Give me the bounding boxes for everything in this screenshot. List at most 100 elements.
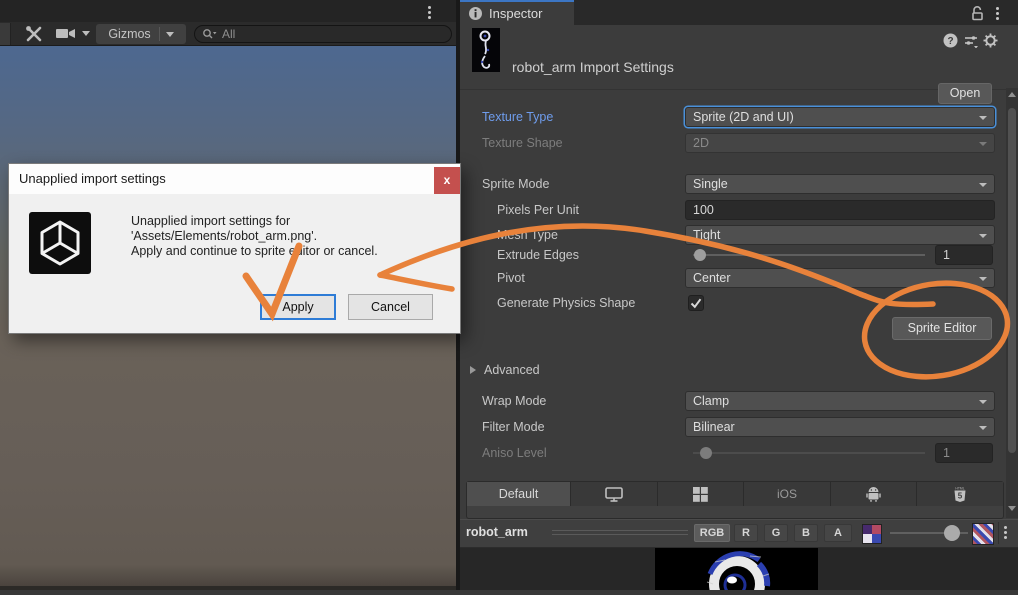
sprite-editor-button[interactable]: Sprite Editor <box>892 317 992 340</box>
toolbar-edge-button[interactable] <box>0 23 11 45</box>
scroll-down-icon[interactable] <box>1008 506 1016 511</box>
tab-ios-platform[interactable]: iOS <box>744 482 831 506</box>
tab-default-platform[interactable]: Default <box>467 482 571 506</box>
texture-type-dropdown[interactable]: Sprite (2D and UI) <box>685 107 995 127</box>
lock-icon[interactable] <box>971 5 985 26</box>
presets-icon[interactable] <box>964 34 979 53</box>
camera-view-button[interactable] <box>55 26 90 41</box>
generate-physics-shape-label: Generate Physics Shape <box>497 293 635 313</box>
close-button[interactable]: x <box>434 167 460 194</box>
tab-windows-platform[interactable] <box>658 482 745 506</box>
chevron-down-icon <box>979 426 987 430</box>
gear-icon[interactable] <box>983 33 998 53</box>
platform-settings-tabs: Default iOS <box>466 481 1004 507</box>
search-input[interactable]: All <box>194 25 452 43</box>
scene-bottom-edge <box>0 586 456 590</box>
tab-android-platform[interactable] <box>831 482 918 506</box>
dialog-message-line3: Apply and continue to sprite editor or c… <box>131 244 378 259</box>
aniso-level-value: 1 <box>935 443 993 463</box>
extrude-edges-slider-handle[interactable] <box>694 249 706 261</box>
chevron-down-icon <box>979 183 987 187</box>
unlock-glyph <box>971 5 985 21</box>
windows-icon <box>693 487 708 502</box>
wrap-mode-dropdown[interactable]: Clamp <box>685 391 995 411</box>
tab-inspector-label: Inspector <box>489 6 542 21</box>
divider <box>998 522 999 544</box>
texture-shape-value: 2D <box>693 136 709 150</box>
preview-title: robot_arm <box>466 525 528 539</box>
gear-glyph <box>983 33 998 48</box>
tab-inspector[interactable]: Inspector <box>460 0 574 25</box>
texture-shape-dropdown: 2D <box>685 133 995 153</box>
chevron-down-icon <box>979 142 987 146</box>
mip-level-slider-handle[interactable] <box>944 525 960 541</box>
scroll-up-icon[interactable] <box>1008 92 1016 97</box>
texture-preview-swatch[interactable] <box>972 523 994 545</box>
aniso-level-slider-handle <box>700 447 712 459</box>
cancel-button[interactable]: Cancel <box>348 294 433 320</box>
dialog-message-line1: Unapplied import settings for <box>131 214 378 229</box>
dialog-message-line2: 'Assets/Elements/robot_arm.png'. <box>131 229 378 244</box>
svg-text:5: 5 <box>958 491 963 500</box>
platform-settings-body <box>466 506 1004 519</box>
default-tab-label: Default <box>499 487 539 501</box>
divider <box>159 27 160 41</box>
channel-b-button[interactable]: B <box>794 524 818 542</box>
chevron-down-icon <box>166 32 174 37</box>
search-icon <box>202 28 217 40</box>
android-icon <box>866 486 881 502</box>
foldout-arrow-icon[interactable] <box>470 366 476 374</box>
import-settings-title: robot_arm Import Settings <box>512 59 674 75</box>
checkmark-icon <box>689 296 703 310</box>
unity-logo-icon <box>29 212 91 274</box>
preview-menu-kebab-icon[interactable] <box>1004 524 1007 541</box>
mip-texture-swatch[interactable] <box>862 524 882 544</box>
texture-type-value: Sprite (2D and UI) <box>693 110 794 124</box>
dialog-message: Unapplied import settings for 'Assets/El… <box>131 214 378 259</box>
scene-tab-strip <box>0 0 456 22</box>
preview-drag-handle[interactable] <box>552 530 688 535</box>
open-button[interactable]: Open <box>938 83 992 104</box>
tab-webgl-platform[interactable]: HTML 5 <box>917 482 1003 506</box>
info-icon <box>468 6 483 21</box>
pixels-per-unit-field[interactable]: 100 <box>685 200 995 220</box>
mesh-type-value: Tight <box>693 228 720 242</box>
svg-text:?: ? <box>947 36 953 47</box>
sprite-mode-label: Sprite Mode <box>482 174 549 194</box>
apply-button[interactable]: Apply <box>260 294 336 320</box>
inspector-menu-kebab-icon[interactable] <box>996 5 999 22</box>
camera-icon <box>55 26 77 41</box>
generate-physics-shape-checkbox[interactable] <box>688 295 704 311</box>
inspector-panel: Inspector robot_arm Import Settings <box>460 0 1018 590</box>
mesh-type-dropdown[interactable]: Tight <box>685 225 995 245</box>
question-glyph: ? <box>943 33 958 48</box>
gizmos-dropdown[interactable]: Gizmos <box>96 24 186 44</box>
chevron-down-icon <box>979 116 987 120</box>
filter-mode-value: Bilinear <box>693 420 735 434</box>
sprite-mode-dropdown[interactable]: Single <box>685 174 995 194</box>
help-icon[interactable]: ? <box>943 33 958 53</box>
channel-a-button[interactable]: A <box>824 524 852 542</box>
dialog-title: Unapplied import settings <box>19 171 166 186</box>
pivot-dropdown[interactable]: Center <box>685 268 995 288</box>
custom-tools-icon[interactable] <box>24 25 44 48</box>
mesh-type-label: Mesh Type <box>497 225 558 245</box>
wrench-screwdriver-icon <box>24 25 44 43</box>
sliders-glyph <box>964 34 979 48</box>
search-filter-text: All <box>222 27 235 41</box>
tab-standalone-platform[interactable] <box>571 482 658 506</box>
channel-rgb-button[interactable]: RGB <box>694 524 730 542</box>
channel-r-button[interactable]: R <box>734 524 758 542</box>
filter-mode-dropdown[interactable]: Bilinear <box>685 417 995 437</box>
inspector-header: robot_arm Import Settings ? <box>460 25 1018 90</box>
extrude-edges-slider[interactable] <box>693 254 925 256</box>
inspector-scrollbar-thumb[interactable] <box>1008 108 1016 453</box>
scene-menu-kebab-icon[interactable] <box>428 4 431 21</box>
extrude-edges-value[interactable]: 1 <box>935 245 993 265</box>
texture-shape-label: Texture Shape <box>482 133 563 153</box>
channel-g-button[interactable]: G <box>764 524 788 542</box>
filter-mode-label: Filter Mode <box>482 417 545 437</box>
chevron-down-icon <box>979 277 987 281</box>
sprite-preview-image <box>655 548 818 590</box>
advanced-foldout[interactable]: Advanced <box>484 360 540 380</box>
